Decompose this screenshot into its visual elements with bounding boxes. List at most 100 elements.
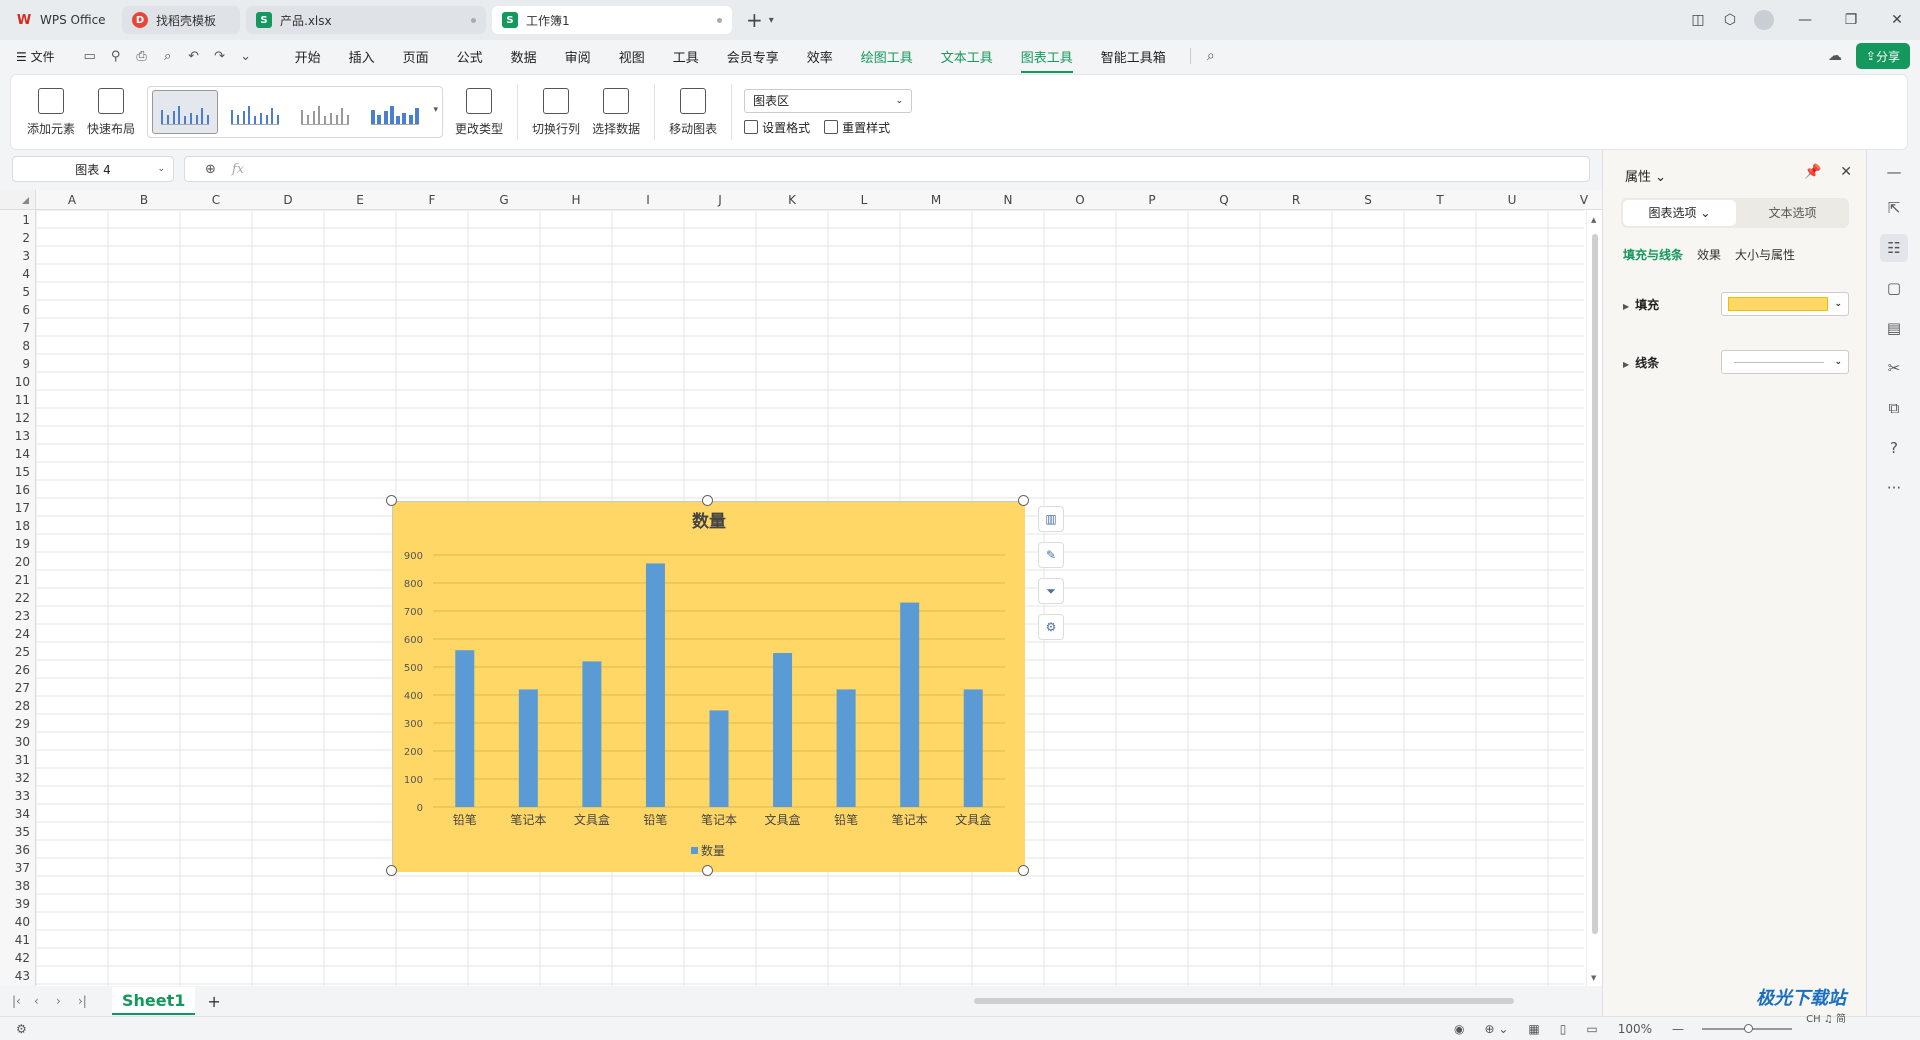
add-sheet-button[interactable]: + bbox=[207, 992, 220, 1011]
resize-handle-se[interactable] bbox=[1018, 865, 1029, 876]
row-header-40[interactable]: 40 bbox=[0, 915, 30, 929]
row-header-1[interactable]: 1 bbox=[0, 213, 30, 227]
quick-layout-button[interactable]: 快速布局 bbox=[87, 78, 135, 146]
menu-smart-toolbox[interactable]: 智能工具箱 bbox=[1101, 47, 1166, 66]
tab-close-dot[interactable] bbox=[717, 18, 722, 23]
scroll-up-icon[interactable]: ▲ bbox=[1591, 216, 1596, 224]
cube-icon[interactable]: ⬡ bbox=[1714, 12, 1746, 28]
menu-formula[interactable]: 公式 bbox=[457, 47, 483, 66]
row-header-7[interactable]: 7 bbox=[0, 321, 30, 335]
avatar[interactable] bbox=[1754, 10, 1774, 30]
row-header-5[interactable]: 5 bbox=[0, 285, 30, 299]
row-header-32[interactable]: 32 bbox=[0, 771, 30, 785]
menu-tools[interactable]: 工具 bbox=[673, 47, 699, 66]
subtab-size-properties[interactable]: 大小与属性 bbox=[1735, 246, 1795, 263]
help-icon[interactable]: ? bbox=[1880, 434, 1908, 462]
row-header-20[interactable]: 20 bbox=[0, 555, 30, 569]
gallery-expand-icon[interactable]: ▾ bbox=[434, 105, 439, 115]
save-icon[interactable]: ▭ bbox=[77, 49, 103, 64]
tab-text-options[interactable]: 文本选项 bbox=[1736, 200, 1849, 226]
subtab-effects[interactable]: 效果 bbox=[1697, 246, 1721, 263]
row-header-31[interactable]: 31 bbox=[0, 753, 30, 767]
zoom-out-icon[interactable]: — bbox=[1672, 1022, 1684, 1036]
set-format-button[interactable]: 设置格式 bbox=[744, 119, 810, 136]
column-header-C[interactable]: C bbox=[180, 193, 252, 207]
chart-object[interactable]: 数量 0 100 200 300 400 500 600 700 800 900 铅笔 笔记本 文具盒 铅笔… bbox=[392, 501, 1025, 872]
chevron-down-icon[interactable]: ⌄ bbox=[233, 49, 259, 64]
tab-close-dot[interactable] bbox=[471, 18, 476, 23]
horizontal-scrollbar[interactable] bbox=[944, 997, 1594, 1005]
column-header-U[interactable]: U bbox=[1476, 193, 1548, 207]
row-header-30[interactable]: 30 bbox=[0, 735, 30, 749]
zoom-slider[interactable] bbox=[1702, 1023, 1792, 1033]
column-header-I[interactable]: I bbox=[612, 193, 684, 207]
column-header-D[interactable]: D bbox=[252, 193, 324, 207]
chevron-down-icon[interactable]: ▾ bbox=[769, 15, 774, 26]
column-header-S[interactable]: S bbox=[1332, 193, 1404, 207]
chart-style-4[interactable] bbox=[362, 90, 429, 134]
tab-template[interactable]: D 找稻壳模板 bbox=[122, 6, 240, 34]
undo-icon[interactable]: ↶ bbox=[181, 49, 207, 64]
menu-view[interactable]: 视图 bbox=[619, 47, 645, 66]
row-header-23[interactable]: 23 bbox=[0, 609, 30, 623]
column-header-A[interactable]: A bbox=[36, 193, 108, 207]
column-header-K[interactable]: K bbox=[756, 193, 828, 207]
scroll-thumb[interactable] bbox=[974, 998, 1514, 1004]
column-header-L[interactable]: L bbox=[828, 193, 900, 207]
link-icon[interactable]: ⚲ bbox=[103, 49, 129, 64]
chart-settings-icon[interactable]: ⚙ bbox=[1038, 614, 1064, 640]
row-header-41[interactable]: 41 bbox=[0, 933, 30, 947]
select-data-button[interactable]: 选择数据 bbox=[592, 78, 640, 146]
subtab-fill-line[interactable]: 填充与线条 bbox=[1623, 246, 1683, 263]
row-header-36[interactable]: 36 bbox=[0, 843, 30, 857]
next-sheet-icon[interactable]: › bbox=[56, 994, 78, 1008]
switch-row-col-button[interactable]: 切换行列 bbox=[532, 78, 580, 146]
chart-filter-icon[interactable]: ⏷ bbox=[1038, 578, 1064, 604]
row-header-2[interactable]: 2 bbox=[0, 231, 30, 245]
row-header-6[interactable]: 6 bbox=[0, 303, 30, 317]
column-header-V[interactable]: V bbox=[1548, 193, 1602, 207]
tab-chart-options[interactable]: 图表选项 ⌄ bbox=[1623, 200, 1736, 226]
more-icon[interactable]: ··· bbox=[1880, 474, 1908, 502]
properties-icon[interactable]: ☷ bbox=[1880, 234, 1908, 262]
row-header-14[interactable]: 14 bbox=[0, 447, 30, 461]
row-header-38[interactable]: 38 bbox=[0, 879, 30, 893]
column-header-E[interactable]: E bbox=[324, 193, 396, 207]
comment-icon[interactable]: ▢ bbox=[1880, 274, 1908, 302]
row-header-9[interactable]: 9 bbox=[0, 357, 30, 371]
row-header-22[interactable]: 22 bbox=[0, 591, 30, 605]
normal-view-icon[interactable]: ▦ bbox=[1528, 1022, 1539, 1036]
select-pointer-icon[interactable]: ⇱ bbox=[1880, 194, 1908, 222]
add-element-button[interactable]: 添加元素 bbox=[27, 78, 75, 146]
eye-protect-icon[interactable]: ◉ bbox=[1454, 1022, 1464, 1036]
row-header-19[interactable]: 19 bbox=[0, 537, 30, 551]
data-analysis-icon[interactable]: ▤ bbox=[1880, 314, 1908, 342]
prev-sheet-icon[interactable]: ‹ bbox=[34, 994, 56, 1008]
menu-page[interactable]: 页面 bbox=[403, 47, 429, 66]
row-header-24[interactable]: 24 bbox=[0, 627, 30, 641]
layout-icon[interactable]: ◫ bbox=[1682, 12, 1714, 28]
row-header-25[interactable]: 25 bbox=[0, 645, 30, 659]
row-header-4[interactable]: 4 bbox=[0, 267, 30, 281]
column-header-N[interactable]: N bbox=[972, 193, 1044, 207]
row-header-16[interactable]: 16 bbox=[0, 483, 30, 497]
tab-wps-office[interactable]: W WPS Office bbox=[6, 6, 116, 34]
row-header-33[interactable]: 33 bbox=[0, 789, 30, 803]
resize-handle-sw[interactable] bbox=[386, 865, 397, 876]
backup-icon[interactable]: ⧉ bbox=[1880, 394, 1908, 422]
zoom-slider-thumb[interactable] bbox=[1744, 1023, 1753, 1033]
fx-icon[interactable]: fx bbox=[232, 162, 244, 177]
menu-chart-tools[interactable]: 图表工具 bbox=[1020, 47, 1073, 73]
chart-elements-icon[interactable]: ▥ bbox=[1038, 506, 1064, 532]
row-header-21[interactable]: 21 bbox=[0, 573, 30, 587]
cloud-icon[interactable]: ☁ bbox=[1828, 48, 1842, 64]
column-header-H[interactable]: H bbox=[540, 193, 612, 207]
scroll-thumb[interactable] bbox=[1592, 234, 1598, 934]
column-header-M[interactable]: M bbox=[900, 193, 972, 207]
name-box[interactable]: 图表 4 ⌄ bbox=[12, 156, 174, 182]
last-sheet-icon[interactable]: ›| bbox=[78, 994, 100, 1008]
line-style-picker[interactable]: ⌄ bbox=[1721, 350, 1849, 374]
menu-text-tools[interactable]: 文本工具 bbox=[941, 47, 993, 66]
menu-efficiency[interactable]: 效率 bbox=[807, 47, 833, 66]
resize-handle-ne[interactable] bbox=[1018, 495, 1029, 506]
